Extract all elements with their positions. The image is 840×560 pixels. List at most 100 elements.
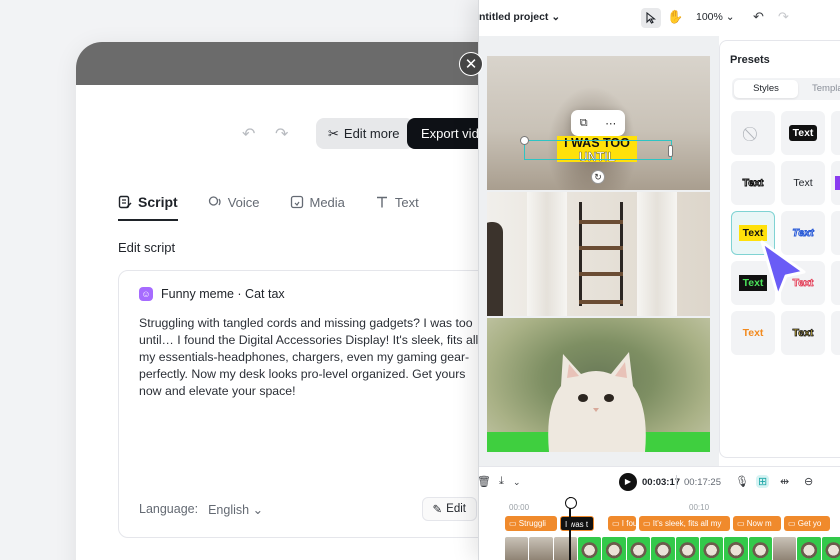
duplicate-icon[interactable]: ⧉ bbox=[580, 117, 588, 130]
undo-icon[interactable]: ↶ bbox=[753, 9, 764, 25]
tab-templates[interactable]: Templa bbox=[812, 80, 840, 98]
edit-more-button[interactable]: ✂ Edit more bbox=[316, 118, 414, 149]
card-footer: Language: English ⌄ ✎ Edit bbox=[139, 497, 477, 521]
preset-item[interactable] bbox=[831, 261, 840, 305]
preset-item[interactable] bbox=[831, 211, 840, 255]
tab-voice[interactable]: Voice bbox=[208, 187, 260, 217]
delete-icon[interactable]: 🗑 bbox=[479, 475, 491, 488]
clip-label: It's sleek, fits all my bbox=[652, 519, 722, 528]
script-text[interactable]: Struggling with tangled cords and missin… bbox=[139, 315, 484, 400]
project-title[interactable]: ntitled project ⌄ bbox=[479, 11, 560, 23]
cursor-icon bbox=[760, 240, 806, 298]
current-time: 00:03:17 bbox=[642, 477, 681, 488]
hand-icon[interactable]: ✋ bbox=[667, 9, 683, 25]
preset-purple[interactable] bbox=[831, 161, 840, 205]
caption-clip[interactable]: ▭ Now m bbox=[733, 516, 781, 531]
caption-clip[interactable]: ▭ Get yo bbox=[784, 516, 830, 531]
person-silhouette bbox=[487, 222, 503, 316]
resize-handle[interactable] bbox=[668, 145, 673, 157]
language-label: Language: bbox=[139, 502, 199, 516]
microphone-icon[interactable]: 🎙 bbox=[735, 475, 749, 488]
magnet-icon[interactable]: ⊞ bbox=[756, 475, 770, 488]
clip-label: Now m bbox=[746, 519, 772, 528]
preset-black-box[interactable]: Text bbox=[781, 111, 825, 155]
ruler-mark: 00:00 bbox=[509, 503, 530, 512]
chevron-down-icon: ⌄ bbox=[725, 11, 735, 23]
chevron-down-icon[interactable]: ⌄ bbox=[513, 477, 521, 488]
tab-styles[interactable]: Styles bbox=[734, 80, 798, 98]
selection-box[interactable] bbox=[524, 140, 672, 160]
preset-label: Text bbox=[793, 177, 813, 189]
redo-icon[interactable]: ↷ bbox=[275, 124, 288, 144]
card-header: ☺ Funny meme · Cat tax bbox=[139, 287, 477, 301]
undo-icon[interactable]: ↶ bbox=[242, 124, 255, 144]
preset-none[interactable]: ⃠ bbox=[731, 111, 775, 155]
timeline-controls: 🗑 ⤓ ⌄ ▶ 00:03:17 00:17:25 🎙 ⊞ ⇹ ⊖ bbox=[479, 473, 840, 493]
pointer-icon bbox=[646, 12, 656, 24]
zoom-select[interactable]: 100% ⌄ bbox=[696, 11, 735, 23]
total-time: 00:17:25 bbox=[684, 477, 721, 488]
split-icon[interactable]: ⇹ bbox=[780, 475, 789, 488]
zoom-value: 100% bbox=[696, 11, 723, 23]
scene-2 bbox=[487, 192, 710, 316]
download-icon[interactable]: ⤓ bbox=[499, 475, 504, 488]
time-divider bbox=[676, 475, 677, 489]
canvas-area: ⧉ ⋯ I WAS TOO UNTIL ↻ bbox=[479, 36, 719, 466]
card-title: Funny meme · Cat tax bbox=[161, 287, 285, 301]
video-frame bbox=[699, 537, 724, 560]
video-frame bbox=[772, 537, 797, 560]
clip-label: I four bbox=[621, 519, 636, 528]
language-select[interactable]: English ⌄ bbox=[208, 502, 263, 517]
preset-item[interactable] bbox=[831, 111, 840, 155]
caption-clip-selected[interactable]: I was t bbox=[560, 516, 594, 531]
preset-orange[interactable]: Text bbox=[731, 311, 775, 355]
tab-voice-label: Voice bbox=[227, 194, 260, 210]
ruler-mark: 00:10 bbox=[689, 503, 710, 512]
curtain bbox=[637, 192, 677, 316]
display-shelf bbox=[579, 202, 623, 306]
tab-script[interactable]: Script bbox=[118, 187, 178, 221]
redo-icon[interactable]: ↷ bbox=[778, 9, 789, 25]
rotate-icon[interactable]: ↻ bbox=[591, 170, 605, 184]
video-frame bbox=[724, 537, 748, 560]
cat-image bbox=[548, 352, 646, 452]
video-frame bbox=[553, 537, 578, 560]
voice-icon bbox=[208, 196, 221, 206]
video-frame bbox=[529, 537, 553, 560]
caption-clip[interactable]: ▭ It's sleek, fits all my bbox=[639, 516, 730, 531]
edit-label: Edit bbox=[446, 503, 466, 515]
curtain bbox=[527, 192, 567, 316]
script-card: ☺ Funny meme · Cat tax Struggling with t… bbox=[118, 270, 498, 538]
video-frame bbox=[675, 537, 699, 560]
meme-icon: ☺ bbox=[139, 287, 153, 301]
preset-gold[interactable]: Text bbox=[781, 311, 825, 355]
video-frame bbox=[797, 537, 821, 560]
chevron-down-icon: ⌄ bbox=[252, 502, 264, 517]
preset-item[interactable] bbox=[831, 311, 840, 355]
pencil-icon: ✎ bbox=[432, 504, 443, 516]
preset-outline[interactable]: Text bbox=[731, 161, 775, 205]
video-track[interactable] bbox=[505, 537, 840, 560]
play-button[interactable]: ▶ bbox=[619, 473, 637, 491]
editor-top-bar: ntitled project ⌄ ✋ 100% ⌄ ↶ ↷ bbox=[479, 0, 840, 36]
tab-text[interactable]: Text bbox=[375, 187, 419, 217]
zoom-out-icon[interactable]: ⊖ bbox=[804, 475, 813, 488]
caption-clip[interactable]: ▭ I four bbox=[608, 516, 636, 531]
presets-title: Presets bbox=[730, 54, 770, 66]
select-tool-button[interactable] bbox=[641, 8, 661, 28]
project-title-text: ntitled project bbox=[479, 11, 549, 23]
edit-button[interactable]: ✎ Edit bbox=[421, 497, 477, 521]
tab-text-label: Text bbox=[394, 194, 419, 210]
caption-clip[interactable]: ▭ Struggli bbox=[505, 516, 557, 531]
playhead[interactable] bbox=[565, 497, 577, 560]
close-icon[interactable]: ✕ bbox=[459, 52, 483, 76]
video-frame bbox=[748, 537, 772, 560]
video-frame bbox=[821, 537, 840, 560]
tab-media[interactable]: Media bbox=[290, 187, 345, 217]
preset-plain[interactable]: Text bbox=[781, 161, 825, 205]
more-icon[interactable]: ⋯ bbox=[605, 117, 616, 130]
video-frame bbox=[626, 537, 651, 560]
resize-handle[interactable] bbox=[520, 136, 529, 145]
media-icon bbox=[290, 195, 303, 209]
video-frame bbox=[578, 537, 602, 560]
